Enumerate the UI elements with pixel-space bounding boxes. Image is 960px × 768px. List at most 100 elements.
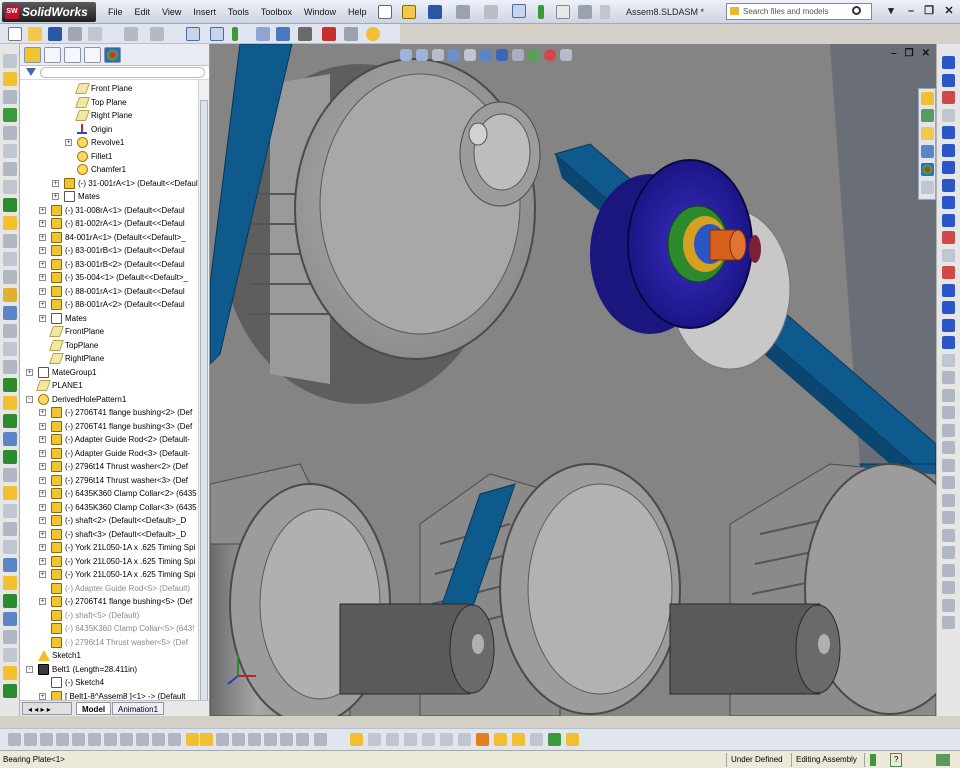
menu-toolbox[interactable]: Toolbox [255, 0, 298, 24]
tree-row[interactable]: (-) shaft<5> (Default) [20, 609, 198, 622]
assembly-tool-icon[interactable] [72, 733, 85, 746]
assembly-tool-icon[interactable] [422, 733, 435, 746]
rebuild-icon[interactable] [538, 5, 544, 19]
search-input[interactable]: Search files and models [726, 3, 872, 20]
assembly-tool-icon[interactable] [476, 733, 489, 746]
tree-row[interactable]: + (-) 2706T41 flange bushing<3> (Def [20, 420, 198, 433]
assembly-tool-icon[interactable] [280, 733, 293, 746]
sketch-tool-icon[interactable] [942, 598, 955, 612]
tree-vertical-scrollbar[interactable] [198, 80, 209, 704]
tree-row[interactable]: + Mates [20, 312, 198, 325]
tree-row[interactable]: (-) 2796t14 Thrust washer<5> (Def [20, 636, 198, 649]
tree-row[interactable]: + (-) 83-001rB<1> (Default<<Defaul [20, 244, 198, 257]
sketch-tool-icon[interactable] [942, 423, 955, 437]
help-dropdown-icon[interactable]: ▾ [884, 4, 898, 18]
command-tool-icon[interactable] [3, 594, 17, 608]
assembly-tool-icon[interactable] [120, 733, 133, 746]
assembly-tool-icon[interactable] [440, 733, 453, 746]
custom-properties-icon[interactable] [921, 181, 934, 194]
command-tool-icon[interactable] [3, 522, 17, 536]
tree-row[interactable]: TopPlane [20, 339, 198, 352]
expand-icon[interactable]: + [39, 220, 46, 227]
expand-icon[interactable]: + [39, 301, 46, 308]
viewport-close-icon[interactable]: ✕ [922, 48, 930, 59]
tree-row[interactable]: +84-001rA<1> (Default<<Default>_ [20, 231, 198, 244]
file-explorer-icon[interactable] [921, 145, 934, 158]
command-tool-icon[interactable] [3, 324, 17, 338]
design-library-icon[interactable] [921, 127, 934, 140]
dynamic-annotation-icon[interactable] [464, 49, 476, 61]
open-icon[interactable] [28, 27, 42, 41]
toolbar-dropdown-icon[interactable] [600, 5, 610, 19]
command-tool-icon[interactable] [3, 432, 17, 446]
expand-icon[interactable]: + [39, 260, 46, 268]
command-tool-icon[interactable] [3, 540, 17, 554]
tree-row[interactable]: PLANE1 [20, 379, 198, 392]
sketch-tool-icon[interactable] [942, 108, 955, 122]
command-tool-icon[interactable] [3, 612, 17, 626]
menu-file[interactable]: File [102, 0, 129, 24]
tree-row[interactable]: + Revolve1 [20, 136, 198, 149]
sketch-tool-icon[interactable] [942, 616, 955, 629]
section-view-icon[interactable] [448, 49, 460, 61]
configuration-manager-tab-icon[interactable] [64, 47, 81, 63]
tree-row[interactable]: + (-) 88-001rA<2> (Default<<Defaul [20, 298, 198, 311]
command-tool-icon[interactable] [3, 342, 17, 356]
sketch-tool-icon[interactable] [942, 546, 955, 559]
tree-row[interactable]: (-) Adapter Guide Rod<5> (Default) [20, 582, 198, 595]
appearances-icon[interactable] [921, 163, 934, 176]
expand-icon[interactable]: + [39, 571, 46, 578]
sketch-tool-icon[interactable] [942, 248, 955, 262]
tree-row[interactable]: + (-) 2706T41 flange bushing<2> (Def [20, 406, 198, 419]
menu-tools[interactable]: Tools [222, 0, 255, 24]
print-icon[interactable] [68, 27, 82, 41]
sketch-tool-icon[interactable] [942, 178, 955, 192]
expand-icon[interactable]: + [39, 422, 46, 430]
search-icon[interactable] [852, 6, 861, 15]
assembly-tool-icon[interactable] [548, 733, 561, 746]
tree-row[interactable]: + (-) shaft<3> (Default<<Default>_D [20, 528, 198, 541]
view-orientation-icon[interactable] [480, 49, 492, 61]
toolbox-icon[interactable] [322, 27, 336, 41]
open-folder-icon[interactable] [402, 5, 416, 19]
tree-row[interactable]: Sketch1 [20, 649, 198, 662]
command-tool-icon[interactable] [3, 450, 17, 464]
command-tool-icon[interactable] [3, 360, 17, 374]
assembly-tool-icon[interactable] [104, 733, 117, 746]
zoom-to-area-icon[interactable] [416, 49, 428, 61]
minimize-icon[interactable]: – [904, 4, 918, 18]
command-tool-icon[interactable] [3, 684, 17, 698]
assembly-tool-icon[interactable] [314, 733, 327, 746]
assembly-tool-icon[interactable] [40, 733, 53, 746]
display-manager-tab-icon[interactable] [104, 47, 121, 63]
options-icon[interactable] [578, 5, 592, 19]
command-tool-icon[interactable] [3, 378, 17, 392]
sketch-tool-icon[interactable] [942, 441, 955, 454]
assembly-view[interactable] [210, 44, 936, 716]
sketch-tool-icon[interactable] [942, 458, 955, 472]
tree-row[interactable]: Origin [20, 123, 198, 136]
assembly-tool-icon[interactable] [8, 733, 21, 746]
sketch-tool-icon[interactable] [942, 56, 955, 69]
sketch-tool-icon[interactable] [942, 143, 955, 157]
expand-icon[interactable]: + [39, 274, 46, 281]
expand-icon[interactable]: + [39, 692, 46, 700]
menu-help[interactable]: Help [342, 0, 373, 24]
command-tool-icon[interactable] [3, 666, 17, 680]
assembly-tool-icon[interactable] [386, 733, 399, 746]
menu-view[interactable]: View [156, 0, 187, 24]
expand-icon[interactable]: + [39, 233, 46, 241]
expand-icon[interactable]: + [52, 193, 59, 200]
tree-row[interactable]: - Belt1 (Length=28.411in) [20, 663, 198, 676]
feature-manager-tab-icon[interactable] [24, 47, 41, 63]
sketch-tool-icon[interactable] [942, 371, 955, 384]
sketch-tool-icon[interactable] [942, 336, 955, 349]
sketch-tool-icon[interactable] [942, 563, 955, 577]
viewport-minimize-icon[interactable]: – [891, 48, 897, 59]
assembly-tool-icon[interactable] [216, 733, 229, 746]
collapse-icon[interactable]: - [26, 665, 33, 673]
command-tool-icon[interactable] [3, 288, 17, 302]
expand-icon[interactable]: + [39, 490, 46, 497]
tree-row[interactable]: + (-) 2796t14 Thrust washer<2> (Def [20, 460, 198, 473]
assembly-tool-icon[interactable] [168, 733, 181, 746]
